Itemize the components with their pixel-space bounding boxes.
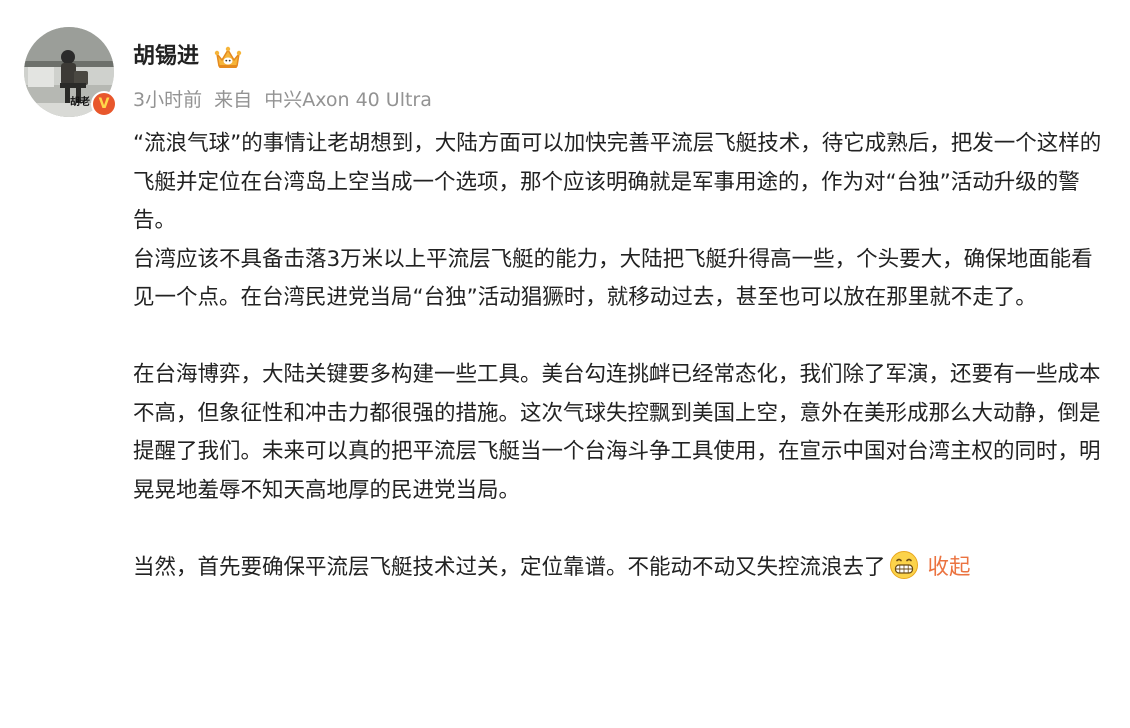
username[interactable]: 胡锡进: [133, 42, 199, 72]
post-paragraph: 在台海博弈，大陆关键要多构建一些工具。美台勾连挑衅已经常态化，我们除了军演，还要…: [133, 362, 1101, 503]
avatar-caption: 胡老: [70, 97, 90, 108]
source-prefix: 来自: [214, 89, 253, 111]
post-paragraph-last: 当然，首先要确保平流层飞艇技术过关，定位靠谱。不能动不动又失控流浪去了 收起: [133, 549, 1103, 588]
source-device[interactable]: 中兴Axon 40 Ultra: [264, 89, 432, 111]
post-paragraph: “流浪气球”的事情让老胡想到，大陆方面可以加快完善平流层飞艇技术，待它成熟后，把…: [133, 131, 1102, 233]
crown-badge-icon: [214, 46, 242, 68]
verified-mark: V: [98, 96, 110, 112]
post-paragraph-text: 当然，首先要确保平流层飞艇技术过关，定位靠谱。不能动不动又失控流浪去了: [133, 554, 886, 580]
collapse-link[interactable]: 收起: [928, 555, 971, 580]
post-meta: 3小时前 来自 中兴Axon 40 Ultra: [133, 87, 438, 113]
post-paragraph: 台湾应该不具备击落3万米以上平流层飞艇的能力，大陆把飞艇升得高一些，个头要大，确…: [133, 246, 1093, 311]
grinning-emoji-icon: [889, 550, 918, 579]
verified-badge-icon: V: [91, 91, 117, 117]
post-time[interactable]: 3小时前: [133, 89, 202, 111]
post-content: “流浪气球”的事情让老胡想到，大陆方面可以加快完善平流层飞艇技术，待它成熟后，把…: [133, 125, 1103, 587]
